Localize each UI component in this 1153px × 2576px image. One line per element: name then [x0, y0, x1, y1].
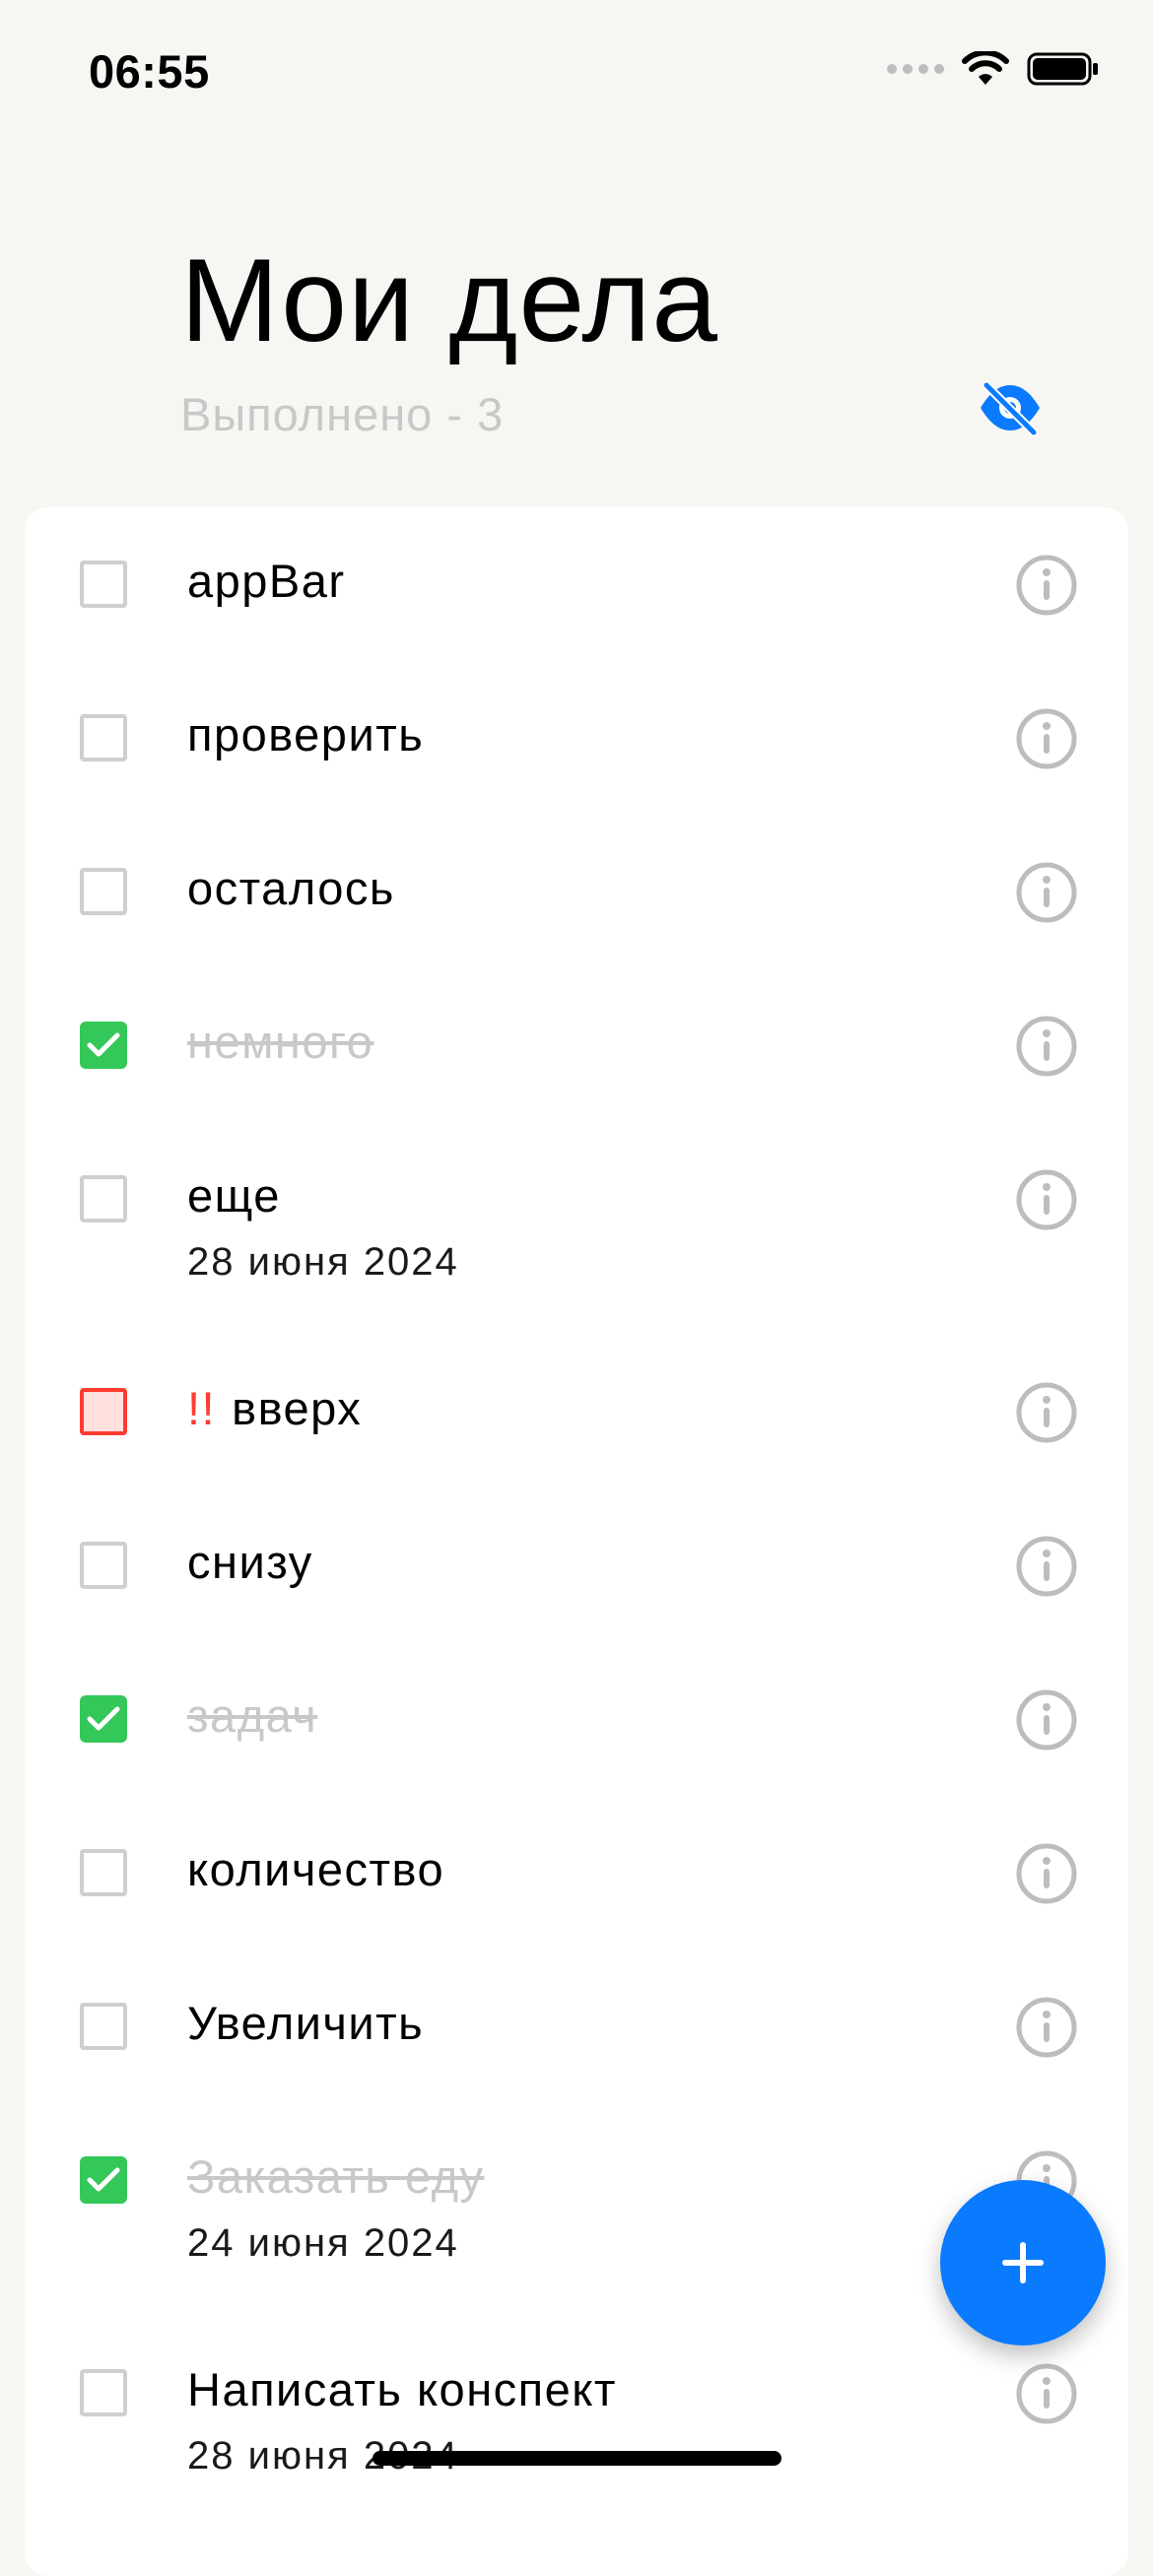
task-checkbox[interactable] — [80, 2369, 127, 2416]
task-checkbox[interactable] — [80, 1849, 127, 1896]
task-checkbox-high-priority[interactable] — [80, 1388, 127, 1435]
wifi-icon — [962, 51, 1009, 85]
checkmark-icon — [87, 1032, 120, 1057]
checkmark-icon — [87, 1706, 120, 1731]
info-icon[interactable] — [1015, 1381, 1078, 1444]
info-icon[interactable] — [1015, 1168, 1078, 1231]
status-bar: 06:55 — [0, 0, 1153, 148]
status-icons — [887, 51, 1100, 87]
info-icon[interactable] — [1015, 1535, 1078, 1598]
info-icon[interactable] — [1015, 1015, 1078, 1078]
page-title: Мои дела — [180, 234, 718, 366]
task-title: осталось — [187, 862, 395, 914]
task-checkbox[interactable] — [80, 1542, 127, 1589]
info-icon[interactable] — [1015, 2362, 1078, 2425]
home-indicator[interactable] — [373, 2451, 781, 2466]
task-title: !! вверх — [187, 1381, 362, 1436]
task-checkbox-checked[interactable] — [80, 1022, 127, 1069]
task-title: appBar — [187, 555, 346, 607]
info-icon[interactable] — [1015, 861, 1078, 924]
task-title: задач — [187, 1689, 318, 1742]
task-title: Написать конспект — [187, 2363, 617, 2415]
signal-icon — [887, 64, 944, 74]
plus-icon — [1002, 2242, 1044, 2283]
task-date: 28 июня 2024 — [187, 1240, 459, 1284]
task-title: еще — [187, 1169, 281, 1222]
completed-count: Выполнено - 3 — [180, 388, 505, 440]
add-task-button[interactable] — [940, 2180, 1106, 2345]
info-icon[interactable] — [1015, 1688, 1078, 1751]
task-title: количество — [187, 1843, 445, 1895]
info-icon[interactable] — [1015, 1842, 1078, 1905]
task-checkbox-checked[interactable] — [80, 1695, 127, 1743]
task-checkbox[interactable] — [80, 714, 127, 761]
task-checkbox[interactable] — [80, 868, 127, 915]
info-icon[interactable] — [1015, 554, 1078, 617]
checkmark-icon — [87, 2167, 120, 2192]
task-checkbox-checked[interactable] — [80, 2156, 127, 2204]
task-title: Увеличить — [187, 1997, 425, 2049]
task-title: Заказать еду — [187, 2150, 485, 2203]
eye-slash-icon — [981, 380, 1040, 436]
task-checkbox[interactable] — [80, 1175, 127, 1222]
task-title: проверить — [187, 708, 425, 760]
status-time: 06:55 — [89, 45, 210, 98]
task-title: немного — [187, 1016, 374, 1068]
task-title-text: вверх — [232, 1382, 363, 1434]
high-priority-icon: !! — [187, 1382, 217, 1434]
task-date: 24 июня 2024 — [187, 2221, 459, 2265]
task-checkbox[interactable] — [80, 561, 127, 608]
toggle-completed-visibility-button[interactable] — [976, 377, 1045, 438]
task-title: снизу — [187, 1536, 313, 1588]
battery-icon — [1027, 52, 1098, 86]
info-icon[interactable] — [1015, 1996, 1078, 2059]
info-icon[interactable] — [1015, 707, 1078, 770]
task-checkbox[interactable] — [80, 2003, 127, 2050]
